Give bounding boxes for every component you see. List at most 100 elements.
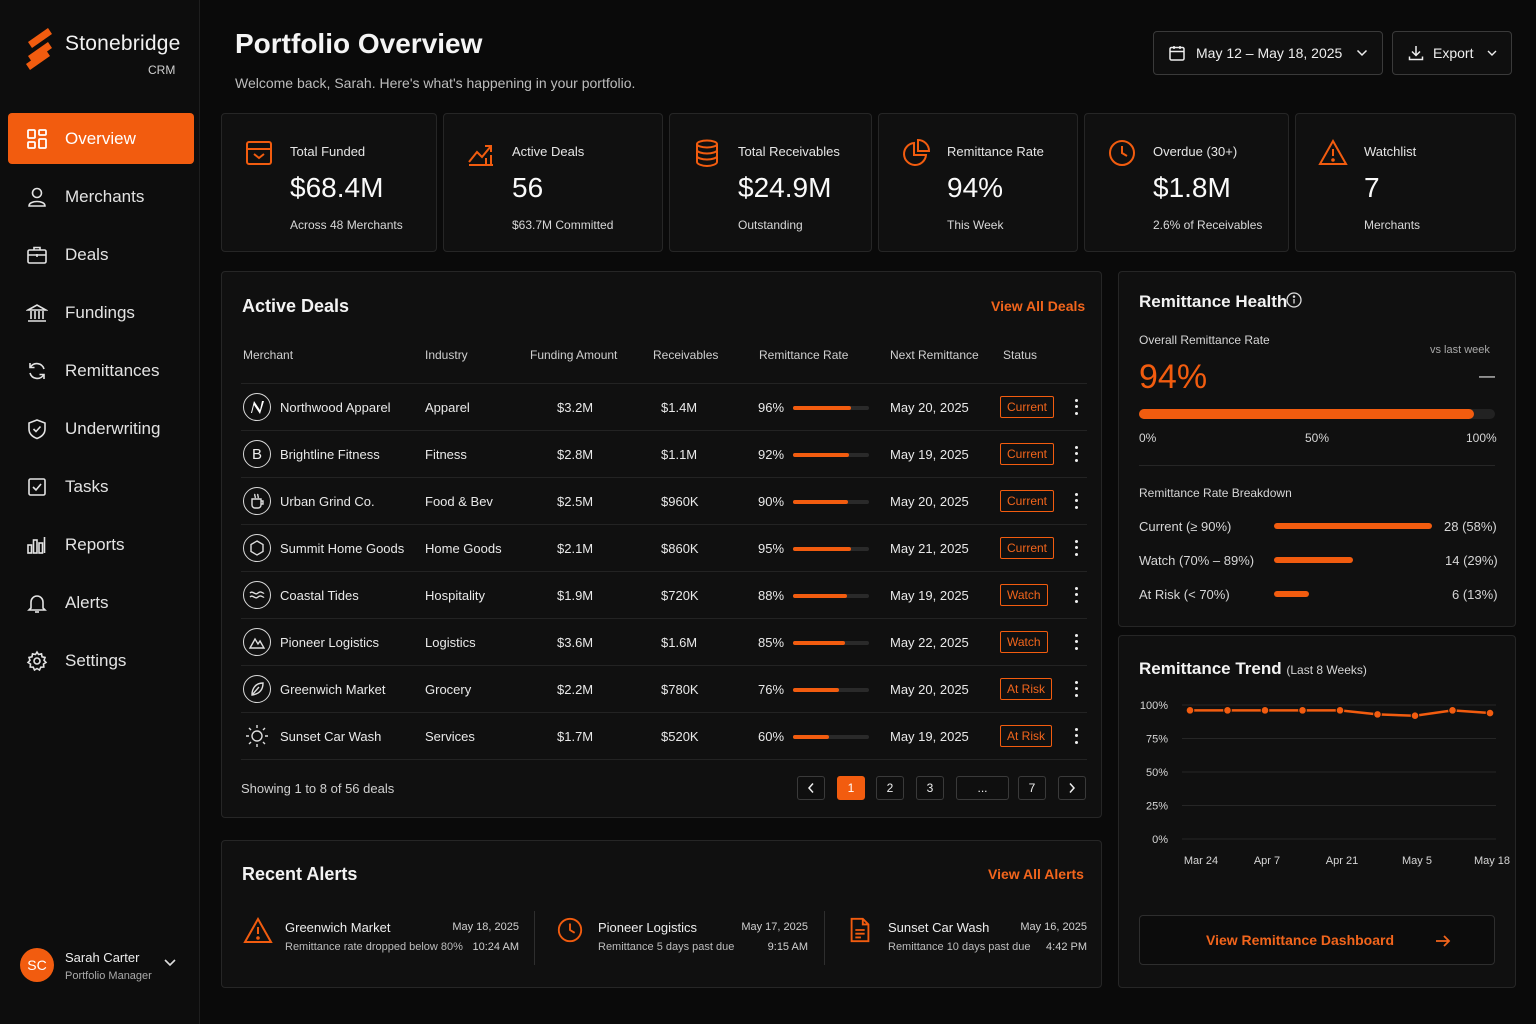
- next-remittance: May 19, 2025: [890, 729, 969, 744]
- merchant-name[interactable]: Urban Grind Co.: [280, 494, 375, 509]
- kpi-label: Total Receivables: [738, 144, 840, 159]
- table-row[interactable]: Summit Home Goods Home Goods $2.1M $860K 95%…: [241, 524, 1087, 571]
- nav-item-overview[interactable]: Overview: [8, 113, 194, 164]
- merchant-name[interactable]: Pioneer Logistics: [280, 635, 379, 650]
- trend-point[interactable]: [1335, 706, 1345, 715]
- alert-date: May 17, 2025: [741, 921, 808, 933]
- column-header-receivables[interactable]: Receivables: [653, 348, 718, 362]
- user-menu[interactable]: SC Sarah Carter Portfolio Manager: [20, 946, 190, 986]
- export-button[interactable]: Export: [1392, 31, 1512, 75]
- trend-point[interactable]: [1448, 706, 1457, 715]
- kpi-card-active-deals[interactable]: Active Deals 56 $63.7M Committed: [443, 113, 663, 252]
- column-header-status[interactable]: Status: [1003, 348, 1037, 362]
- remittance-rate: 60%: [758, 729, 785, 744]
- row-actions-menu-icon[interactable]: [1071, 679, 1081, 699]
- kpi-note: Outstanding: [738, 218, 803, 232]
- chevron-down-icon: [1487, 50, 1497, 56]
- table-row[interactable]: Coastal Tides Hospitality $1.9M $720K 88% May…: [241, 571, 1087, 618]
- table-row[interactable]: Sunset Car Wash Services $1.7M $520K 60% May …: [241, 712, 1087, 759]
- kpi-card-total-receivables[interactable]: Total Receivables $24.9M Outstanding: [669, 113, 872, 252]
- chevron-down-icon[interactable]: [163, 958, 177, 968]
- nav-item-tasks[interactable]: Tasks: [8, 461, 194, 512]
- merchant-name[interactable]: Northwood Apparel: [280, 400, 391, 415]
- kpi-card-remittance-rate[interactable]: Remittance Rate 94% This Week: [878, 113, 1078, 252]
- row-actions-menu-icon[interactable]: [1071, 397, 1081, 417]
- remittance-rate-bar: [793, 688, 869, 692]
- nav-item-underwriting[interactable]: Underwriting: [8, 403, 194, 454]
- nav-item-merchants[interactable]: Merchants: [8, 171, 194, 222]
- funding-amount: $2.2M: [557, 682, 594, 697]
- table-row[interactable]: Greenwich Market Grocery $2.2M $780K 76% May …: [241, 665, 1087, 712]
- alert-item[interactable]: Pioneer Logistics Remittance 5 days past…: [556, 906, 808, 966]
- nav-item-alerts[interactable]: Alerts: [8, 577, 194, 628]
- alert-item[interactable]: Sunset Car Wash Remittance 10 days past …: [846, 906, 1087, 966]
- vs-last-week-value: —: [1479, 368, 1495, 385]
- pagination-page-2[interactable]: 2: [876, 776, 904, 800]
- row-actions-menu-icon[interactable]: [1071, 491, 1081, 511]
- next-remittance: May 20, 2025: [890, 682, 969, 697]
- nav-item-fundings[interactable]: Fundings: [8, 287, 194, 338]
- pagination-next-button[interactable]: [1058, 776, 1086, 800]
- letter-b-logo-icon: B: [243, 440, 271, 468]
- merchant-name[interactable]: Coastal Tides: [280, 588, 359, 603]
- trend-point[interactable]: [1260, 706, 1270, 715]
- trend-point[interactable]: [1485, 708, 1495, 718]
- kpi-value: $24.9M: [738, 172, 832, 203]
- row-actions-menu-icon[interactable]: [1071, 538, 1081, 558]
- trend-point[interactable]: [1185, 706, 1195, 715]
- merchant-name[interactable]: Greenwich Market: [280, 682, 385, 697]
- next-remittance: May 20, 2025: [890, 400, 969, 415]
- column-header-industry[interactable]: Industry: [425, 348, 468, 362]
- coins-icon: [696, 139, 718, 168]
- date-range-picker[interactable]: May 12 – May 18, 2025: [1153, 31, 1383, 75]
- brand[interactable]: Stonebridge CRM: [22, 24, 192, 77]
- pagination-page-1[interactable]: 1: [837, 776, 865, 800]
- column-header-funding[interactable]: Funding Amount: [530, 348, 617, 362]
- receivables: $1.1M: [661, 447, 698, 462]
- trend-point[interactable]: [1298, 706, 1307, 715]
- remittance-rate: 96%: [758, 400, 785, 415]
- table-row[interactable]: B Brightline Fitness Fitness $2.8M $1.1M 92% M…: [241, 430, 1087, 477]
- column-header-merchant[interactable]: Merchant: [243, 348, 293, 362]
- table-row[interactable]: Urban Grind Co. Food & Bev $2.5M $960K 90% Ma…: [241, 477, 1087, 524]
- row-actions-menu-icon[interactable]: [1071, 444, 1081, 464]
- alert-merchant: Pioneer Logistics: [598, 920, 697, 935]
- nav-label: Overview: [65, 128, 136, 148]
- trend-point[interactable]: [1410, 711, 1420, 721]
- nav-item-deals[interactable]: Deals: [8, 229, 194, 280]
- next-remittance: May 22, 2025: [890, 635, 969, 650]
- row-actions-menu-icon[interactable]: [1071, 726, 1081, 746]
- date-range-label: May 12 – May 18, 2025: [1196, 45, 1343, 61]
- kpi-card-total-funded[interactable]: Total Funded $68.4M Across 48 Merchants: [221, 113, 437, 252]
- nav-item-settings[interactable]: Settings: [8, 635, 194, 686]
- trend-point[interactable]: [1223, 706, 1232, 715]
- pagination-page-3[interactable]: 3: [916, 776, 944, 800]
- pagination-page-7[interactable]: 7: [1018, 776, 1046, 800]
- kpi-card-watchlist[interactable]: Watchlist 7 Merchants: [1295, 113, 1516, 252]
- merchant-name[interactable]: Sunset Car Wash: [280, 729, 381, 744]
- table-row[interactable]: Northwood Apparel Apparel $3.2M $1.4M 96% May…: [241, 383, 1087, 430]
- pagination-prev-button[interactable]: [797, 776, 825, 800]
- nav-item-remittances[interactable]: Remittances: [8, 345, 194, 396]
- kpi-card-overdue[interactable]: Overdue (30+) $1.8M 2.6% of Receivables: [1084, 113, 1289, 252]
- status-badge: Watch: [1000, 584, 1048, 606]
- bar-chart-icon: [26, 534, 48, 556]
- alert-item[interactable]: Greenwich Market Remittance rate dropped…: [243, 906, 519, 966]
- view-remittance-dashboard-button[interactable]: View Remittance Dashboard: [1139, 915, 1495, 965]
- view-all-alerts-link[interactable]: View All Alerts: [988, 866, 1084, 882]
- nav-item-reports[interactable]: Reports: [8, 519, 194, 570]
- column-header-remittance-rate[interactable]: Remittance Rate: [759, 348, 848, 362]
- table-row[interactable]: Pioneer Logistics Logistics $3.6M $1.6M 85% M…: [241, 618, 1087, 665]
- merchant-name[interactable]: Brightline Fitness: [280, 447, 380, 462]
- trend-point[interactable]: [1373, 710, 1382, 719]
- row-actions-menu-icon[interactable]: [1071, 632, 1081, 652]
- merchant-name[interactable]: Summit Home Goods: [280, 541, 404, 556]
- industry: Fitness: [425, 447, 467, 462]
- row-actions-menu-icon[interactable]: [1071, 585, 1081, 605]
- industry: Logistics: [425, 635, 476, 650]
- remittance-rate-bar-fill: [793, 641, 845, 645]
- nav: Overview Merchants Deals Fundings Remitt…: [8, 113, 194, 693]
- column-header-next-remittance[interactable]: Next Remittance: [890, 348, 979, 362]
- info-icon[interactable]: [1286, 292, 1302, 308]
- view-all-deals-link[interactable]: View All Deals: [991, 298, 1085, 314]
